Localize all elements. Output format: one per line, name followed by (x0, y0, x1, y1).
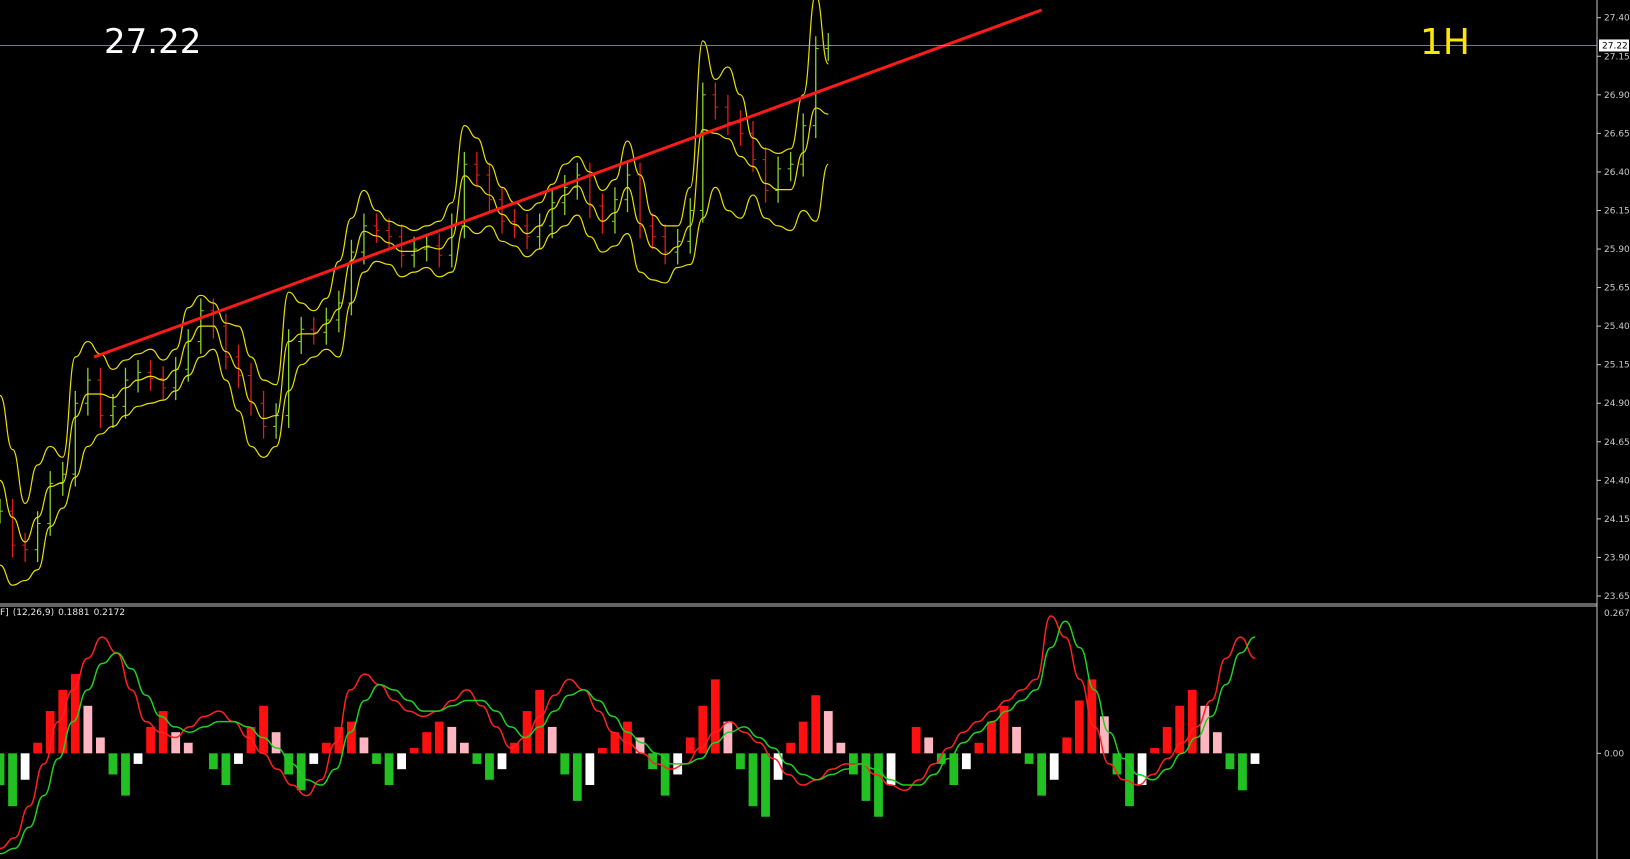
macd-histogram-bar (359, 737, 369, 754)
price-axis-label: 26.65 (1604, 129, 1630, 139)
macd-histogram-bar (1225, 753, 1235, 770)
macd-histogram-bar (208, 753, 218, 770)
macd-histogram-bar (547, 726, 557, 754)
macd-histogram-bar (987, 721, 996, 754)
macd-histogram-bar (836, 742, 846, 754)
macd-histogram-bar (472, 753, 482, 764)
macd-histogram-bar (535, 689, 545, 754)
macd-histogram-bar (1238, 753, 1247, 791)
macd-histogram-bar (1250, 753, 1260, 764)
macd-histogram-bar (434, 721, 444, 754)
macd-label-prefix: F] (0, 608, 9, 618)
macd-histogram-bar (0, 753, 5, 786)
macd-histogram-bar (20, 753, 30, 780)
macd-axis-label: 0.00 (1604, 749, 1624, 759)
price-axis-label: 25.90 (1604, 245, 1630, 255)
price-axis-label: 26.15 (1604, 206, 1630, 216)
macd-histogram-bar (1212, 732, 1222, 754)
macd-histogram-bar (409, 748, 419, 754)
price-axis-label: 23.65 (1604, 592, 1630, 602)
macd-histogram-bar (485, 753, 494, 780)
macd-histogram-bar (598, 748, 607, 754)
macd-histogram-bar (96, 737, 105, 754)
macd-histogram-bar (1062, 737, 1072, 754)
macd-histogram-bar (961, 753, 971, 770)
macd-params: (12,26,9) (12, 608, 55, 618)
macd-histogram-bar (798, 721, 808, 754)
macd-histogram-bar (309, 753, 319, 764)
price-axis-label: 24.65 (1604, 438, 1630, 448)
macd-histogram-bar (874, 753, 883, 817)
macd-histogram-bar (748, 753, 758, 807)
macd-histogram-bar (698, 705, 708, 754)
price-axis-label: 25.40 (1604, 322, 1630, 332)
macd-histogram-bar (723, 721, 733, 754)
price-axis-label: 27.40 (1604, 14, 1630, 24)
macd-histogram-bar (372, 753, 381, 764)
macd-histogram-bar (974, 742, 984, 754)
last-price-overlay: 27.22 (104, 22, 202, 62)
macd-histogram-bar (146, 726, 155, 754)
price-axis-label: 24.15 (1604, 515, 1630, 525)
macd-histogram-bar (221, 753, 231, 786)
macd-histogram-bar (924, 737, 934, 754)
macd-histogram-bar (761, 753, 770, 817)
macd-histogram-bar (259, 705, 268, 754)
current-price-axis-label: 27.22 (1602, 41, 1628, 51)
macd-histogram-bar (1162, 726, 1172, 754)
macd-histogram-bar (911, 726, 921, 754)
macd-histogram-bar (572, 753, 582, 801)
timeframe-label: 1H (1420, 22, 1470, 63)
macd-histogram-bar (1074, 700, 1084, 754)
price-axis-label: 26.40 (1604, 168, 1630, 178)
macd-histogram-bar (8, 753, 17, 807)
macd-histogram-bar (397, 753, 406, 770)
macd-histogram-bar (1150, 748, 1159, 754)
macd-histogram-bar (321, 742, 331, 754)
price-axis-label: 24.90 (1604, 399, 1630, 409)
macd-histogram-bar (861, 753, 871, 801)
macd-histogram-bar (422, 732, 432, 754)
price-axis-label: 25.65 (1604, 284, 1630, 294)
macd-histogram-bar (234, 753, 243, 764)
macd-histogram-bar (121, 753, 130, 796)
macd-histogram-bar (560, 753, 570, 775)
price-axis-label: 27.15 (1604, 52, 1630, 62)
macd-histogram-bar (823, 711, 833, 754)
macd-histogram-bar (108, 753, 118, 775)
macd-histogram-bar (1037, 753, 1047, 796)
macd-histogram-bar (811, 695, 821, 754)
macd-histogram-bar (33, 742, 43, 754)
macd-histogram-bar (1187, 689, 1197, 754)
price-axis-label: 24.40 (1604, 476, 1630, 486)
macd-histogram-bar (296, 753, 306, 791)
macd-histogram-bar (1012, 726, 1021, 754)
macd-histogram-bar (459, 742, 469, 754)
macd-histogram-bar (786, 742, 796, 754)
macd-histogram-bar (271, 732, 281, 754)
macd-axis-label: 0.2675 (1604, 609, 1630, 619)
macd-histogram-bar (133, 753, 143, 764)
macd-histogram-bar (447, 726, 457, 754)
macd-histogram-bar (497, 753, 507, 770)
price-axis-label: 23.90 (1604, 553, 1630, 563)
macd-histogram-bar (1024, 753, 1034, 764)
macd-value-2: 0.2172 (93, 608, 126, 618)
macd-histogram-bar (1049, 753, 1059, 780)
price-axis-label: 26.90 (1604, 91, 1630, 101)
macd-histogram-bar (736, 753, 745, 770)
macd-histogram-bar (585, 753, 595, 786)
macd-histogram-bar (183, 742, 193, 754)
macd-histogram-bar (999, 705, 1009, 754)
macd-histogram-bar (623, 721, 632, 754)
chart-root: 27.40 27.15 26.90 26.65 26.40 26.15 25.90 25.65… (0, 0, 1630, 859)
macd-histogram-bar (83, 705, 93, 754)
price-axis-label: 25.15 (1604, 361, 1630, 371)
macd-histogram-bar (685, 737, 695, 754)
macd-value-1: 0.1881 (58, 608, 90, 618)
macd-indicator-label: F] (12,26,9) 0.1881 0.2172 (0, 608, 129, 618)
macd-histogram-bar (384, 753, 394, 786)
